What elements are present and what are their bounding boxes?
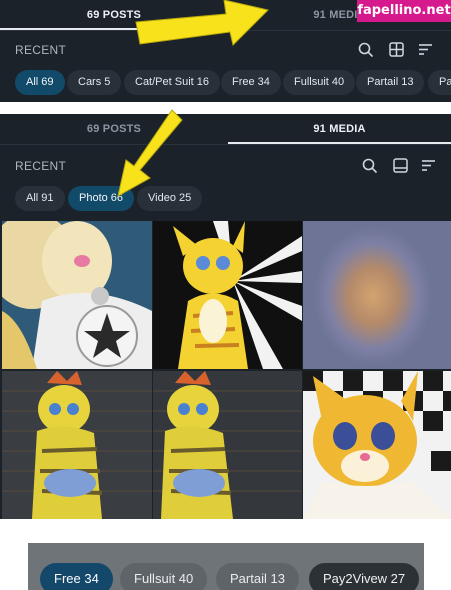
- media-thumb-1[interactable]: [2, 221, 152, 369]
- grid-icon[interactable]: [389, 42, 404, 57]
- filter-pay-cut[interactable]: Pa: [428, 70, 451, 95]
- panel-media: 69 POSTS 91 MEDIA RECENT All 91 Photo 66…: [0, 114, 451, 519]
- sort-icon[interactable]: [418, 43, 433, 56]
- filter-fullsuit-zoomed[interactable]: Fullsuit 40: [120, 563, 208, 590]
- filter-all-media[interactable]: All 91: [15, 186, 65, 211]
- filter-fullsuit[interactable]: Fullsuit 40: [283, 70, 356, 95]
- media-thumb-2[interactable]: [153, 221, 302, 369]
- recent-label-2: RECENT: [15, 159, 67, 173]
- zoomed-filter-strip: Free 34 Fullsuit 40 Partail 13 Pay2Vivew…: [28, 543, 424, 590]
- costume-photo-image: [2, 371, 152, 519]
- sort-icon[interactable]: [421, 159, 436, 172]
- arrow-annotation: [117, 109, 183, 197]
- layout-icon[interactable]: [393, 158, 408, 173]
- arrow-annotation: [135, 0, 269, 46]
- filter-free-zoomed[interactable]: Free 34: [40, 563, 113, 590]
- costume-photo-image: [303, 371, 451, 519]
- media-thumb-4[interactable]: [2, 371, 152, 519]
- filter-partail[interactable]: Partail 13: [356, 70, 425, 95]
- costume-photo-image: [153, 371, 302, 519]
- filter-partail-zoomed[interactable]: Partail 13: [216, 563, 299, 590]
- search-icon[interactable]: [358, 42, 374, 58]
- costume-photo-image: [2, 221, 152, 369]
- filter-free[interactable]: Free 34: [221, 70, 281, 95]
- filter-pay2view-zoomed[interactable]: Pay2Vivew 27: [309, 563, 420, 590]
- search-icon[interactable]: [362, 158, 378, 174]
- tab-bar-2: 69 POSTS 91 MEDIA: [0, 114, 451, 144]
- tab-divider-2: [0, 144, 451, 145]
- media-thumb-6[interactable]: [303, 371, 451, 519]
- filter-cat-pet-suit[interactable]: Cat/Pet Suit 16: [124, 70, 220, 95]
- recent-label: RECENT: [15, 43, 67, 57]
- costume-photo-image: [153, 221, 302, 369]
- filter-cars[interactable]: Cars 5: [67, 70, 122, 95]
- blurred-photo-image: [303, 221, 451, 369]
- watermark-logo: fapellino.net: [357, 0, 451, 22]
- media-thumb-5[interactable]: [153, 371, 302, 519]
- tab-media-2[interactable]: 91 MEDIA: [228, 114, 451, 144]
- media-thumb-3[interactable]: [303, 221, 451, 369]
- filter-all[interactable]: All 69: [15, 70, 65, 95]
